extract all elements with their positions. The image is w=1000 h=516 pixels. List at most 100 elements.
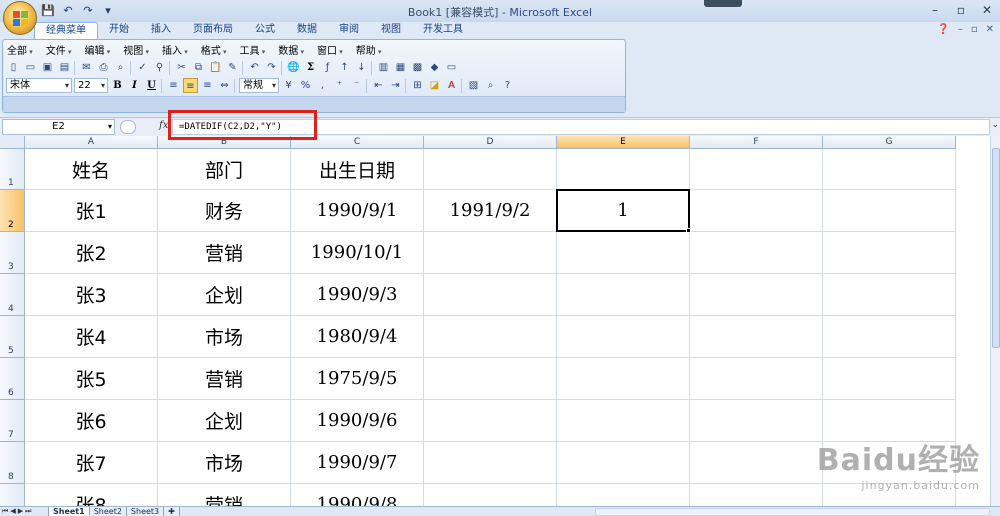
column-header-d[interactable]: D: [424, 136, 557, 149]
font-size-combo[interactable]: 22: [74, 78, 108, 93]
cell-c5[interactable]: 1980/9/4: [291, 316, 424, 358]
next-sheet-icon[interactable]: ▶: [18, 507, 23, 516]
shapes-icon[interactable]: ◆: [427, 60, 442, 75]
permission-icon[interactable]: ▤: [57, 60, 72, 75]
tab-review[interactable]: 审阅: [328, 22, 370, 39]
fill-color-icon[interactable]: ◪: [427, 78, 442, 93]
open-icon[interactable]: ▭: [23, 60, 38, 75]
tab-classic-menu[interactable]: 经典菜单: [34, 22, 98, 39]
column-header-g[interactable]: G: [823, 136, 956, 149]
worksheet-grid[interactable]: A B C D E F G 1 2 3 4 5 6 7 8 姓名 部门 出生日期 张1 财务 1990/9/1 1991/…: [0, 136, 990, 506]
sort-desc-icon[interactable]: ↓: [354, 60, 369, 75]
table-icon[interactable]: ▩: [410, 60, 425, 75]
cell-e1[interactable]: [557, 149, 690, 190]
cell-g1[interactable]: [823, 149, 956, 190]
cell-b8[interactable]: 市场: [158, 442, 291, 484]
copy-icon[interactable]: ⧉: [191, 60, 206, 75]
cell-d8[interactable]: [424, 442, 557, 484]
cell-e2[interactable]: 1: [556, 189, 690, 232]
decrease-decimal-icon[interactable]: ⁻: [349, 78, 364, 93]
align-left-icon[interactable]: ≡: [166, 78, 181, 93]
email-icon[interactable]: ✉: [79, 60, 94, 75]
column-header-f[interactable]: F: [690, 136, 823, 149]
folder-icon[interactable]: ▭: [444, 60, 459, 75]
cell-f9[interactable]: [690, 484, 823, 506]
chart-icon[interactable]: ▥: [376, 60, 391, 75]
cell-b6[interactable]: 营销: [158, 358, 291, 400]
cell-e8[interactable]: [557, 442, 690, 484]
row-header-2[interactable]: 2: [0, 190, 25, 232]
menu-window[interactable]: 窗口: [317, 42, 343, 57]
cell-f5[interactable]: [690, 316, 823, 358]
cell-a4[interactable]: 张3: [25, 274, 158, 316]
merge-center-icon[interactable]: ⇔: [217, 78, 232, 93]
first-sheet-icon[interactable]: ⏮: [2, 507, 8, 516]
cell-a9[interactable]: 张8: [25, 484, 158, 506]
number-format-combo[interactable]: 常规: [239, 78, 279, 93]
chevron-down-icon[interactable]: ▾: [108, 120, 112, 134]
tab-view[interactable]: 视图: [370, 22, 412, 39]
decrease-indent-icon[interactable]: ⇤: [371, 78, 386, 93]
cell-f4[interactable]: [690, 274, 823, 316]
cell-e3[interactable]: [557, 232, 690, 274]
pivot-icon[interactable]: ▦: [393, 60, 408, 75]
horizontal-scrollbar[interactable]: [595, 508, 990, 516]
sheet-tab-2[interactable]: Sheet2: [88, 507, 127, 516]
row-header-8[interactable]: 8: [0, 442, 25, 484]
fill-handle[interactable]: [686, 228, 691, 233]
cell-d2[interactable]: 1991/9/2: [424, 190, 557, 232]
cell-c3[interactable]: 1990/10/1: [291, 232, 424, 274]
select-all-corner[interactable]: [0, 136, 25, 149]
undo-icon[interactable]: ↶: [247, 60, 262, 75]
align-center-icon[interactable]: ≡: [183, 78, 198, 93]
insert-sheet-icon[interactable]: ✚: [163, 507, 180, 516]
cell-a5[interactable]: 张4: [25, 316, 158, 358]
font-color-icon[interactable]: A: [444, 78, 459, 93]
cell-a6[interactable]: 张5: [25, 358, 158, 400]
spelling-icon[interactable]: ✓: [135, 60, 150, 75]
print-icon[interactable]: ⎙: [96, 60, 111, 75]
cell-e6[interactable]: [557, 358, 690, 400]
format-painter-icon[interactable]: ✎: [225, 60, 240, 75]
menu-data[interactable]: 数据: [278, 42, 304, 57]
align-right-icon[interactable]: ≡: [200, 78, 215, 93]
row-header-3[interactable]: 3: [0, 232, 25, 274]
cell-c4[interactable]: 1990/9/3: [291, 274, 424, 316]
cell-e4[interactable]: [557, 274, 690, 316]
prev-sheet-icon[interactable]: ◀: [10, 507, 15, 516]
row-header-7[interactable]: 7: [0, 400, 25, 442]
cell-c1[interactable]: 出生日期: [291, 149, 424, 190]
cell-e5[interactable]: [557, 316, 690, 358]
cell-a3[interactable]: 张2: [25, 232, 158, 274]
cell-f3[interactable]: [690, 232, 823, 274]
cell-d7[interactable]: [424, 400, 557, 442]
underline-icon[interactable]: U: [144, 78, 159, 93]
paste-icon[interactable]: 📋: [208, 60, 223, 75]
row-header-1[interactable]: 1: [0, 149, 25, 190]
cell-f6[interactable]: [690, 358, 823, 400]
cell-f7[interactable]: [690, 400, 823, 442]
cell-g8[interactable]: [823, 442, 956, 484]
cell-a2[interactable]: 张1: [25, 190, 158, 232]
help-icon[interactable]: ❓: [937, 24, 949, 35]
row-header-6[interactable]: 6: [0, 358, 25, 400]
menu-tools[interactable]: 工具: [240, 42, 266, 57]
sort-asc-icon[interactable]: ↑: [337, 60, 352, 75]
save-icon[interactable]: ▣: [40, 60, 55, 75]
cell-g6[interactable]: [823, 358, 956, 400]
tab-formulas[interactable]: 公式: [244, 22, 286, 39]
column-header-e[interactable]: E: [557, 136, 690, 149]
tab-insert[interactable]: 插入: [140, 22, 182, 39]
cell-g9[interactable]: [823, 484, 956, 506]
cell-b4[interactable]: 企划: [158, 274, 291, 316]
styles-icon[interactable]: ▧: [466, 78, 481, 93]
menu-insert[interactable]: 插入: [162, 42, 188, 57]
comma-icon[interactable]: ,: [315, 78, 330, 93]
cell-g4[interactable]: [823, 274, 956, 316]
close-icon[interactable]: ✕: [974, 0, 1000, 20]
cell-a8[interactable]: 张7: [25, 442, 158, 484]
menu-all[interactable]: 全部: [7, 42, 33, 57]
sheet-tab-1[interactable]: Sheet1: [48, 507, 90, 516]
menu-view[interactable]: 视图: [123, 42, 149, 57]
italic-icon[interactable]: I: [127, 78, 142, 93]
